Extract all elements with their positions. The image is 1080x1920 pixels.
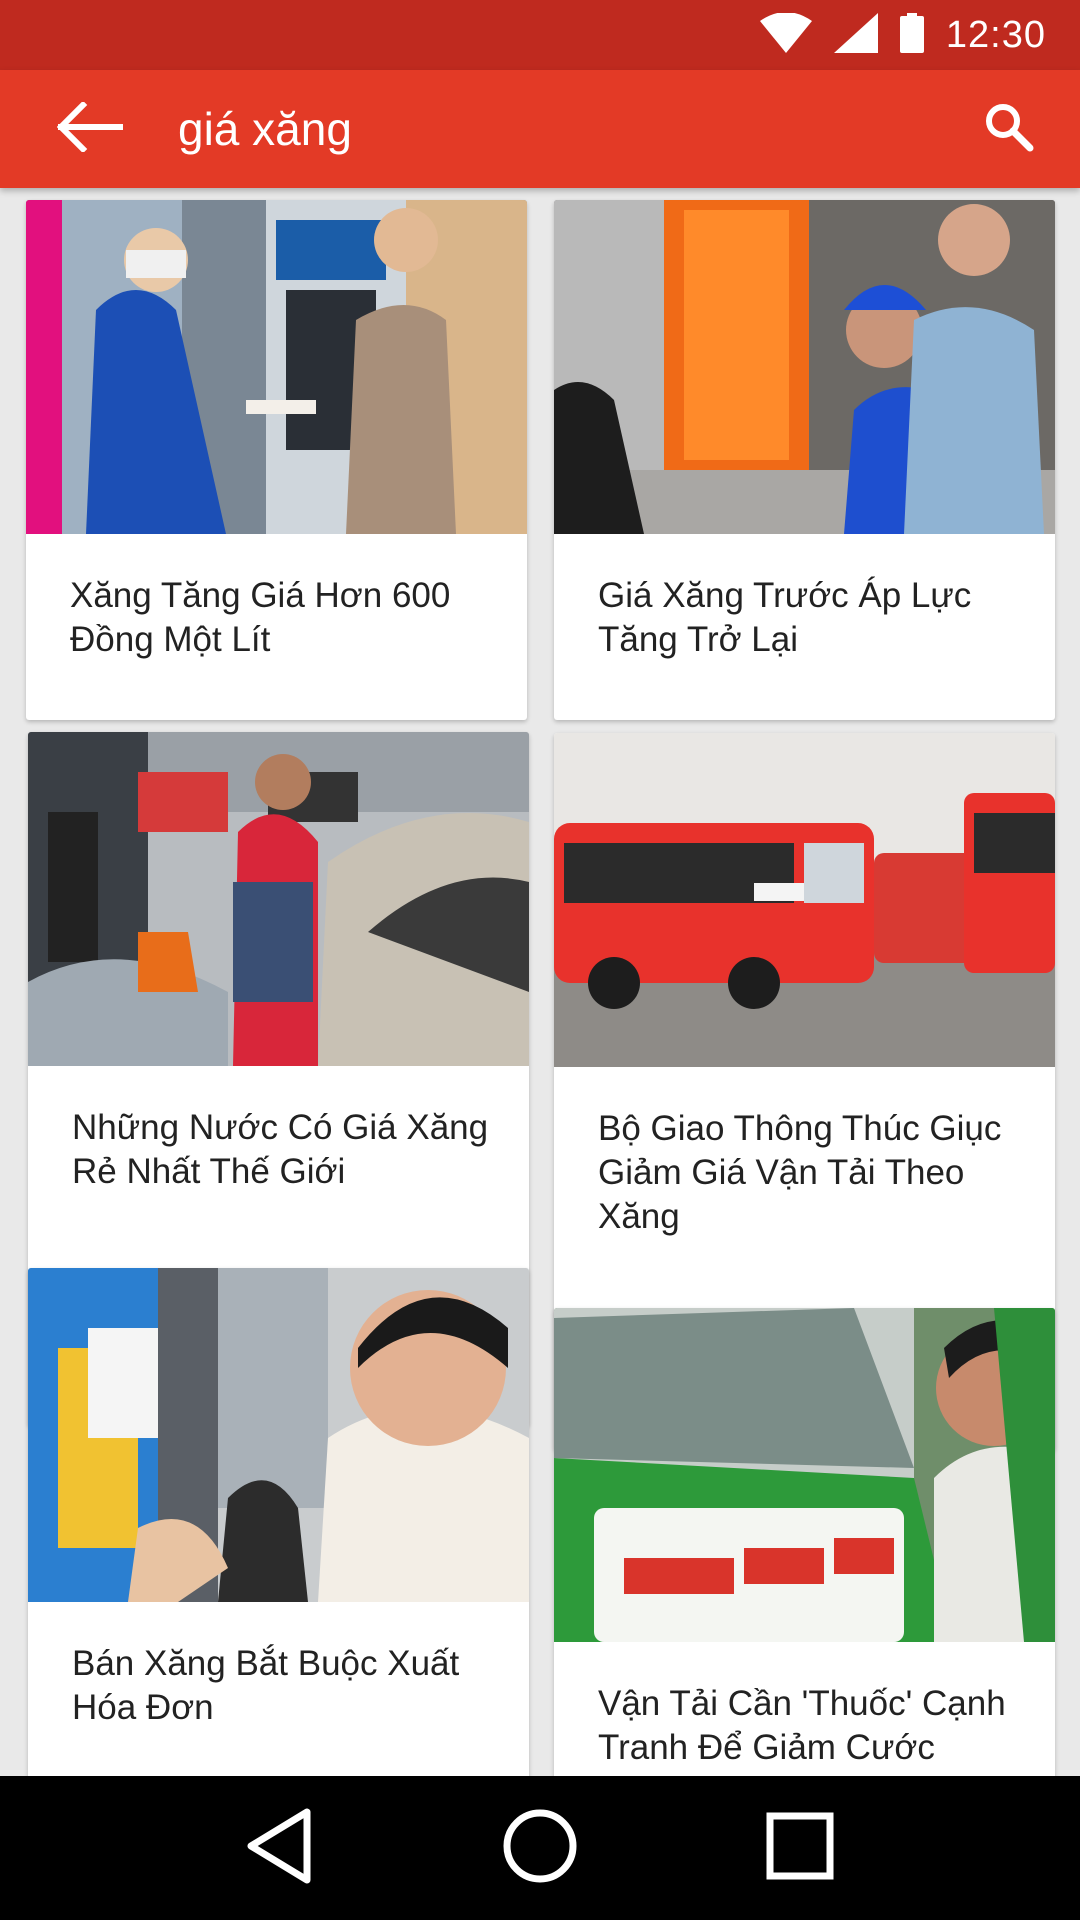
article-photo <box>26 200 527 534</box>
article-grid: Xăng Tăng Giá Hơn 600 Đồng Một Lít Giá X… <box>0 188 1080 1776</box>
article-photo <box>28 1268 529 1602</box>
article-photo <box>554 1308 1055 1642</box>
system-nav-bar <box>0 1776 1080 1920</box>
article-title: Giá Xăng Trước Áp Lực Tăng Trở Lại <box>598 576 972 659</box>
article-title: Bộ Giao Thông Thúc Giục Giảm Giá Vận Tải… <box>598 1109 1002 1236</box>
recents-square-icon <box>766 1812 834 1885</box>
nav-back-button[interactable] <box>225 1793 335 1903</box>
article-card[interactable]: Bán Xăng Bắt Buộc Xuất Hóa Đơn <box>28 1268 529 1776</box>
article-card[interactable]: Giá Xăng Trước Áp Lực Tăng Trở Lại <box>554 200 1055 720</box>
search-query[interactable]: giá xăng <box>178 102 964 156</box>
back-button[interactable] <box>40 79 140 179</box>
article-title: Vận Tải Cần 'Thuốc' Cạnh Tranh Để Giảm C… <box>598 1684 1006 1767</box>
nav-home-button[interactable] <box>485 1793 595 1903</box>
article-card[interactable]: Vận Tải Cần 'Thuốc' Cạnh Tranh Để Giảm C… <box>554 1308 1055 1776</box>
status-time: 12:30 <box>945 13 1046 56</box>
search-icon <box>984 102 1034 157</box>
back-triangle-icon <box>245 1808 315 1889</box>
article-title: Bán Xăng Bắt Buộc Xuất Hóa Đơn <box>72 1644 460 1727</box>
battery-icon <box>899 12 924 58</box>
article-title: Những Nước Có Giá Xăng Rẻ Nhất Thế Giới <box>72 1108 489 1191</box>
app-bar: giá xăng <box>0 70 1080 188</box>
status-bar: 12:30 <box>0 0 1080 70</box>
search-button[interactable] <box>964 84 1054 174</box>
article-photo <box>554 200 1055 534</box>
wifi-icon <box>759 11 812 58</box>
home-circle-icon <box>502 1808 578 1889</box>
signal-icon <box>833 12 878 58</box>
article-photo <box>28 732 529 1066</box>
nav-recents-button[interactable] <box>745 1793 855 1903</box>
arrow-back-icon <box>56 100 124 157</box>
article-title: Xăng Tăng Giá Hơn 600 Đồng Một Lít <box>70 576 451 659</box>
article-photo <box>554 733 1055 1067</box>
article-card[interactable]: Xăng Tăng Giá Hơn 600 Đồng Một Lít <box>26 200 527 720</box>
